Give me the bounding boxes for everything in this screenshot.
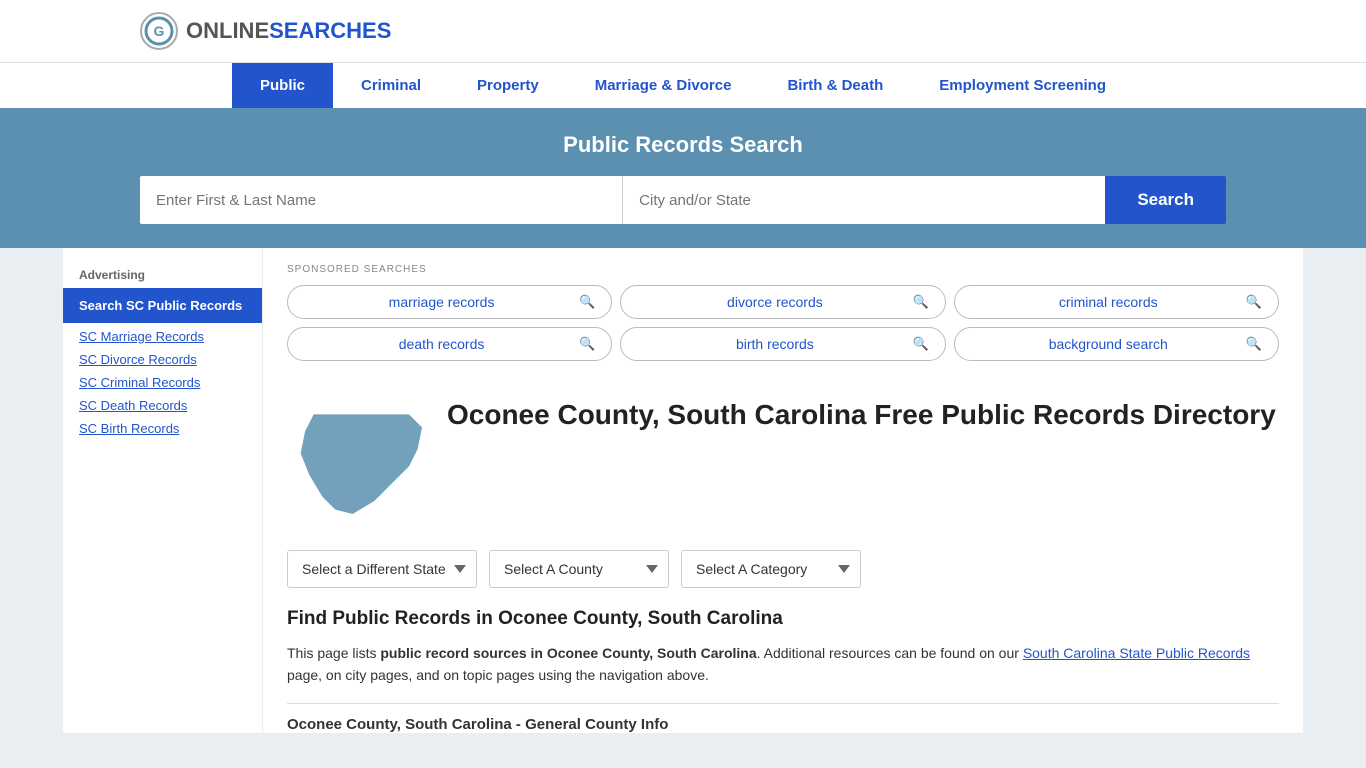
directory-section: Oconee County, South Carolina Free Publi… [263, 377, 1303, 550]
sidebar-link-criminal[interactable]: SC Criminal Records [63, 371, 262, 394]
state-map [287, 397, 427, 530]
category-dropdown[interactable]: Select A Category [681, 550, 861, 588]
county-dropdown[interactable]: Select A County [489, 550, 669, 588]
search-form: Search [140, 176, 1226, 224]
sc-state-map-svg [287, 397, 427, 527]
find-records-text-bold: public record sources in Oconee County, … [380, 645, 756, 661]
sc-public-records-link[interactable]: South Carolina State Public Records [1023, 645, 1250, 661]
search-city-input[interactable] [622, 176, 1105, 224]
nav-item-property[interactable]: Property [449, 63, 567, 108]
nav-item-birth-death[interactable]: Birth & Death [759, 63, 911, 108]
header: G ONLINESEARCHES [0, 0, 1366, 62]
search-icon-background: 🔍 [1246, 336, 1262, 352]
search-button[interactable]: Search [1105, 176, 1226, 224]
find-records-title: Find Public Records in Oconee County, So… [287, 608, 1279, 630]
sponsored-pill-marriage[interactable]: marriage records 🔍 [287, 285, 612, 319]
sidebar-link-birth[interactable]: SC Birth Records [63, 417, 262, 440]
directory-title-wrapper: Oconee County, South Carolina Free Publi… [447, 397, 1276, 433]
content-area: SPONSORED SEARCHES marriage records 🔍 di… [263, 248, 1303, 733]
sidebar-link-death[interactable]: SC Death Records [63, 394, 262, 417]
logo[interactable]: G ONLINESEARCHES [140, 12, 391, 50]
sidebar-ad-item[interactable]: Search SC Public Records [63, 288, 262, 323]
sidebar-ad-label: Advertising [63, 268, 262, 288]
sponsored-pill-marriage-text: marriage records [304, 294, 579, 310]
sponsored-pill-divorce[interactable]: divorce records 🔍 [620, 285, 945, 319]
svg-text:G: G [154, 23, 165, 39]
main-container: Advertising Search SC Public Records SC … [63, 248, 1303, 733]
sponsored-section: SPONSORED SEARCHES marriage records 🔍 di… [263, 248, 1303, 377]
search-icon-death: 🔍 [579, 336, 595, 352]
sponsored-pill-background[interactable]: background search 🔍 [954, 327, 1279, 361]
sponsored-grid: marriage records 🔍 divorce records 🔍 cri… [287, 285, 1279, 361]
search-icon-marriage: 🔍 [579, 294, 595, 310]
logo-text: ONLINESEARCHES [186, 18, 391, 44]
state-dropdown[interactable]: Select a Different State [287, 550, 477, 588]
main-nav: Public Criminal Property Marriage & Divo… [0, 62, 1366, 108]
general-info-title: Oconee County, South Carolina - General … [263, 704, 1303, 733]
find-records-text: This page lists public record sources in… [287, 642, 1279, 687]
sponsored-pill-criminal-text: criminal records [971, 294, 1246, 310]
sponsored-pill-death[interactable]: death records 🔍 [287, 327, 612, 361]
sponsored-pill-birth[interactable]: birth records 🔍 [620, 327, 945, 361]
sidebar-link-divorce[interactable]: SC Divorce Records [63, 348, 262, 371]
find-records-text-after: . Additional resources can be found on o… [757, 645, 1023, 661]
logo-icon: G [140, 12, 178, 50]
nav-item-public[interactable]: Public [232, 63, 333, 108]
find-records-section: Find Public Records in Oconee County, So… [263, 608, 1303, 703]
find-records-text-end: page, on city pages, and on topic pages … [287, 667, 709, 683]
sponsored-label: SPONSORED SEARCHES [287, 264, 1279, 275]
search-icon-criminal: 🔍 [1246, 294, 1262, 310]
find-records-text-before: This page lists [287, 645, 380, 661]
sponsored-pill-criminal[interactable]: criminal records 🔍 [954, 285, 1279, 319]
search-banner: Public Records Search Search [0, 108, 1366, 248]
nav-item-marriage-divorce[interactable]: Marriage & Divorce [567, 63, 760, 108]
sponsored-pill-divorce-text: divorce records [637, 294, 912, 310]
nav-item-criminal[interactable]: Criminal [333, 63, 449, 108]
sidebar: Advertising Search SC Public Records SC … [63, 248, 263, 733]
directory-title: Oconee County, South Carolina Free Publi… [447, 397, 1276, 433]
search-icon-birth: 🔍 [912, 336, 928, 352]
search-name-input[interactable] [140, 176, 622, 224]
sponsored-pill-death-text: death records [304, 336, 579, 352]
nav-item-employment[interactable]: Employment Screening [911, 63, 1134, 108]
sidebar-link-marriage[interactable]: SC Marriage Records [63, 325, 262, 348]
sponsored-pill-birth-text: birth records [637, 336, 912, 352]
search-icon-divorce: 🔍 [912, 294, 928, 310]
dropdowns: Select a Different State Select A County… [263, 550, 1303, 608]
search-banner-title: Public Records Search [140, 132, 1226, 158]
sponsored-pill-background-text: background search [971, 336, 1246, 352]
